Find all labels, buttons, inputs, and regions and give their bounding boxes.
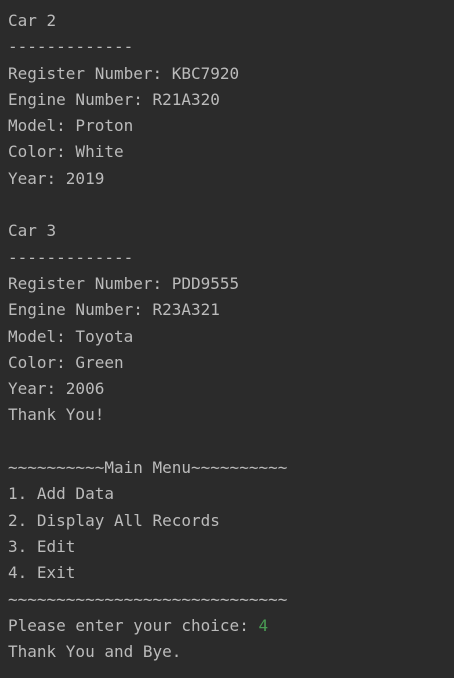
car-2-register-number: Register Number: KBC7920 (8, 63, 240, 83)
main-menu-footer: ~~~~~~~~~~~~~~~~~~~~~~~~~~~~~ (8, 589, 288, 609)
car-3-model: Model: Toyota (8, 326, 134, 346)
menu-item-exit: 4. Exit (8, 563, 76, 583)
car-3-year: Year: 2006 (8, 379, 105, 399)
goodbye-message: Thank You and Bye. (8, 642, 182, 662)
menu-item-edit: 3. Edit (8, 536, 76, 556)
car-3-color: Color: Green (8, 352, 124, 372)
car-2-color: Color: White (8, 142, 124, 162)
car-3-engine-number: Engine Number: R23A321 (8, 300, 220, 320)
car-3-separator: ------------- (8, 247, 134, 267)
car-2-title: Car 2 (8, 11, 57, 30)
car-2-engine-number: Engine Number: R21A320 (8, 89, 220, 109)
car-2-year: Year: 2019 (8, 168, 105, 188)
car-2-model: Model: Proton (8, 116, 134, 136)
choice-prompt-line: Please enter your choice: 4 (8, 613, 454, 639)
car-3-title: Car 3 (8, 221, 57, 241)
choice-prompt: Please enter your choice: (8, 615, 259, 635)
menu-item-display-all-records: 2. Display All Records (8, 510, 220, 530)
menu-item-add-data: 1. Add Data (8, 484, 114, 504)
user-choice-input[interactable]: 4 (258, 616, 268, 635)
console-output[interactable]: Car 2 ------------- Register Number: KBC… (0, 0, 454, 678)
thank-you-message: Thank You! (8, 405, 105, 425)
car-3-register-number: Register Number: PDD9555 (8, 273, 240, 293)
car-2-separator: ------------- (8, 37, 134, 57)
main-menu-header: ~~~~~~~~~~Main Menu~~~~~~~~~~ (8, 458, 288, 478)
